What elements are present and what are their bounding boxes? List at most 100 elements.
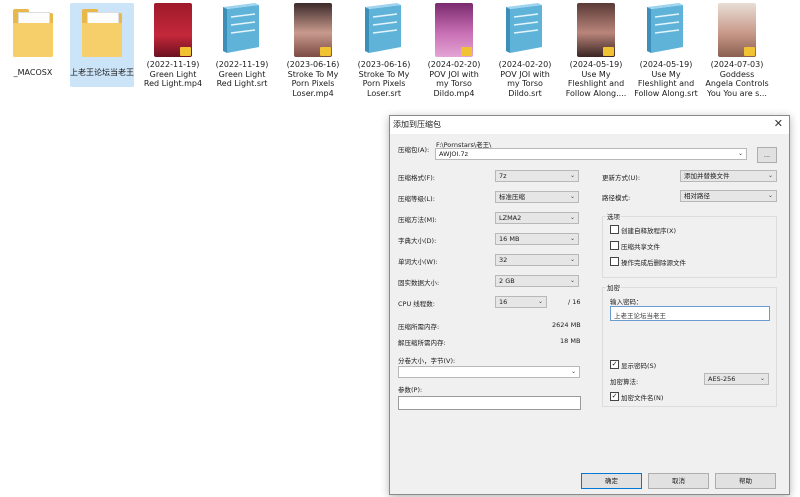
format-value: 7z bbox=[499, 172, 507, 180]
solid-value: 2 GB bbox=[499, 277, 515, 285]
dict-value: 16 MB bbox=[499, 235, 520, 243]
show-password-checkbox[interactable]: ✓ bbox=[610, 360, 619, 369]
chevron-down-icon: ⌄ bbox=[570, 368, 576, 375]
file-srt-1[interactable]: (2022-11-19) Green Light Red Light.srt bbox=[210, 3, 274, 88]
close-icon[interactable]: ✕ bbox=[774, 117, 783, 130]
notepad-icon bbox=[218, 3, 266, 57]
file-srt-3[interactable]: (2024-02-20) POV JOI with my Torso Dildo… bbox=[493, 3, 557, 98]
file-laowang-folder[interactable]: 上老王论坛当老王 bbox=[70, 3, 134, 87]
threads-value: 16 bbox=[499, 298, 508, 306]
chevron-down-icon: ⌄ bbox=[537, 298, 543, 305]
delete-source-label: 操作完成后删除源文件 bbox=[621, 259, 686, 267]
show-password-label: 显示密码(S) bbox=[621, 362, 657, 370]
solid-label: 固实数据大小: bbox=[398, 279, 440, 287]
solid-select[interactable]: 2 GB ⌄ bbox=[495, 275, 579, 287]
word-select[interactable]: 32 ⌄ bbox=[495, 254, 579, 266]
file-label: 上老王论坛当老王 bbox=[70, 68, 134, 77]
level-label: 压缩等级(L): bbox=[398, 195, 435, 203]
algo-value: AES-256 bbox=[708, 375, 736, 383]
encryption-title: 加密 bbox=[606, 282, 621, 292]
desktop-file-area: _MACOSX 上老王论坛当老王 (2022-11-19) Green Ligh… bbox=[0, 0, 800, 120]
threads-max: / 16 bbox=[568, 298, 581, 306]
file-label: (2022-11-19) Green Light Red Light.mp4 bbox=[143, 60, 203, 88]
chevron-down-icon: ⌄ bbox=[569, 256, 575, 263]
file-label: (2023-06-16) Stroke To My Porn Pixels Lo… bbox=[286, 60, 340, 98]
archive-name-combo[interactable]: AWJOI.7z ⌄ bbox=[435, 148, 747, 160]
add-to-archive-dialog: 添加到压缩包 ✕ 压缩包(A): F:\Pornstars\老王\ AWJOI.… bbox=[389, 115, 790, 495]
chevron-down-icon: ⌄ bbox=[569, 214, 575, 221]
algo-select[interactable]: AES-256 ⌄ bbox=[704, 373, 769, 385]
notepad-icon bbox=[501, 3, 549, 57]
chevron-down-icon: ⌄ bbox=[569, 277, 575, 284]
pathmode-label: 路径模式: bbox=[602, 194, 631, 202]
archive-label: 压缩包(A): bbox=[398, 146, 430, 154]
sfx-checkbox[interactable] bbox=[610, 225, 619, 234]
video-thumbnail-icon bbox=[577, 3, 615, 57]
level-value: 标准压缩 bbox=[499, 193, 525, 201]
word-value: 32 bbox=[499, 256, 508, 264]
file-srt-2[interactable]: (2023-06-16) Stroke To My Porn Pixels Lo… bbox=[352, 3, 416, 98]
params-input[interactable] bbox=[398, 396, 581, 410]
notepad-icon bbox=[642, 3, 690, 57]
help-button[interactable]: 帮助 bbox=[715, 473, 776, 489]
file-label: (2024-05-19) Use My Fleshlight and Follo… bbox=[634, 60, 698, 98]
cancel-button[interactable]: 取消 bbox=[648, 473, 709, 489]
algo-label: 加密算法: bbox=[610, 378, 639, 386]
method-label: 压缩方法(M): bbox=[398, 216, 437, 224]
ok-button[interactable]: 确定 bbox=[581, 473, 642, 489]
split-label: 分卷大小，字节(V): bbox=[398, 357, 456, 365]
method-value: LZMA2 bbox=[499, 214, 522, 222]
format-select[interactable]: 7z ⌄ bbox=[495, 170, 579, 182]
pathmode-select[interactable]: 相对路径 ⌄ bbox=[680, 190, 777, 202]
file-label: (2022-11-19) Green Light Red Light.srt bbox=[215, 60, 269, 88]
file-label: (2024-02-20) POV JOI with my Torso Dildo… bbox=[427, 60, 481, 98]
shared-label: 压缩共享文件 bbox=[621, 243, 660, 251]
level-select[interactable]: 标准压缩 ⌄ bbox=[495, 191, 579, 203]
mem-compress-value: 2624 MB bbox=[552, 321, 581, 329]
mem-decompress-value: 18 MB bbox=[560, 337, 581, 345]
dict-label: 字典大小(D): bbox=[398, 237, 437, 245]
delete-source-checkbox[interactable] bbox=[610, 257, 619, 266]
video-thumbnail-icon bbox=[435, 3, 473, 57]
password-value: 上老王论坛当老王 bbox=[614, 312, 666, 320]
options-title: 选项 bbox=[606, 211, 621, 221]
video-thumbnail-icon bbox=[718, 3, 756, 57]
dict-select[interactable]: 16 MB ⌄ bbox=[495, 233, 579, 245]
file-video-5[interactable]: (2024-07-03) Goddess Angela Controls You… bbox=[705, 3, 769, 98]
file-video-4[interactable]: (2024-05-19) Use My Fleshlight and Follo… bbox=[564, 3, 628, 98]
chevron-down-icon: ⌄ bbox=[737, 150, 743, 157]
file-macosx-folder[interactable]: _MACOSX bbox=[1, 3, 65, 87]
encrypt-names-checkbox[interactable]: ✓ bbox=[610, 392, 619, 401]
dialog-titlebar[interactable]: 添加到压缩包 ✕ bbox=[390, 116, 789, 134]
method-select[interactable]: LZMA2 ⌄ bbox=[495, 212, 579, 224]
chevron-down-icon: ⌄ bbox=[767, 172, 773, 179]
dialog-title: 添加到压缩包 bbox=[393, 120, 441, 129]
file-label: (2024-05-19) Use My Fleshlight and Follo… bbox=[565, 60, 627, 98]
folder-icon bbox=[9, 3, 57, 61]
update-label: 更新方式(U): bbox=[602, 174, 641, 182]
shared-checkbox[interactable] bbox=[610, 241, 619, 250]
chevron-down-icon: ⌄ bbox=[767, 192, 773, 199]
folder-icon bbox=[78, 3, 126, 61]
browse-button[interactable]: ... bbox=[757, 147, 777, 163]
update-select[interactable]: 添加并替换文件 ⌄ bbox=[680, 170, 777, 182]
chevron-down-icon: ⌄ bbox=[569, 235, 575, 242]
password-label: 输入密码： bbox=[610, 298, 643, 306]
split-select[interactable]: ⌄ bbox=[398, 366, 580, 378]
archive-name: AWJOI.7z bbox=[439, 150, 469, 158]
threads-select[interactable]: 16 ⌄ bbox=[495, 296, 547, 308]
word-label: 单词大小(W): bbox=[398, 258, 438, 266]
update-value: 添加并替换文件 bbox=[684, 172, 730, 180]
params-label: 参数(P): bbox=[398, 386, 423, 394]
sfx-label: 创建自释放程序(X) bbox=[621, 227, 677, 235]
video-thumbnail-icon bbox=[154, 3, 192, 57]
file-label: (2024-02-20) POV JOI with my Torso Dildo… bbox=[498, 60, 552, 98]
file-video-3[interactable]: (2024-02-20) POV JOI with my Torso Dildo… bbox=[422, 3, 486, 98]
file-video-1[interactable]: (2022-11-19) Green Light Red Light.mp4 bbox=[141, 3, 205, 88]
chevron-down-icon: ⌄ bbox=[569, 193, 575, 200]
password-input[interactable]: 上老王论坛当老王 bbox=[610, 306, 770, 321]
encrypt-names-label: 加密文件名(N) bbox=[621, 394, 664, 402]
file-video-2[interactable]: (2023-06-16) Stroke To My Porn Pixels Lo… bbox=[281, 3, 345, 98]
mem-decompress-label: 解压缩所需内存: bbox=[398, 339, 446, 347]
file-srt-4[interactable]: (2024-05-19) Use My Fleshlight and Follo… bbox=[634, 3, 698, 98]
